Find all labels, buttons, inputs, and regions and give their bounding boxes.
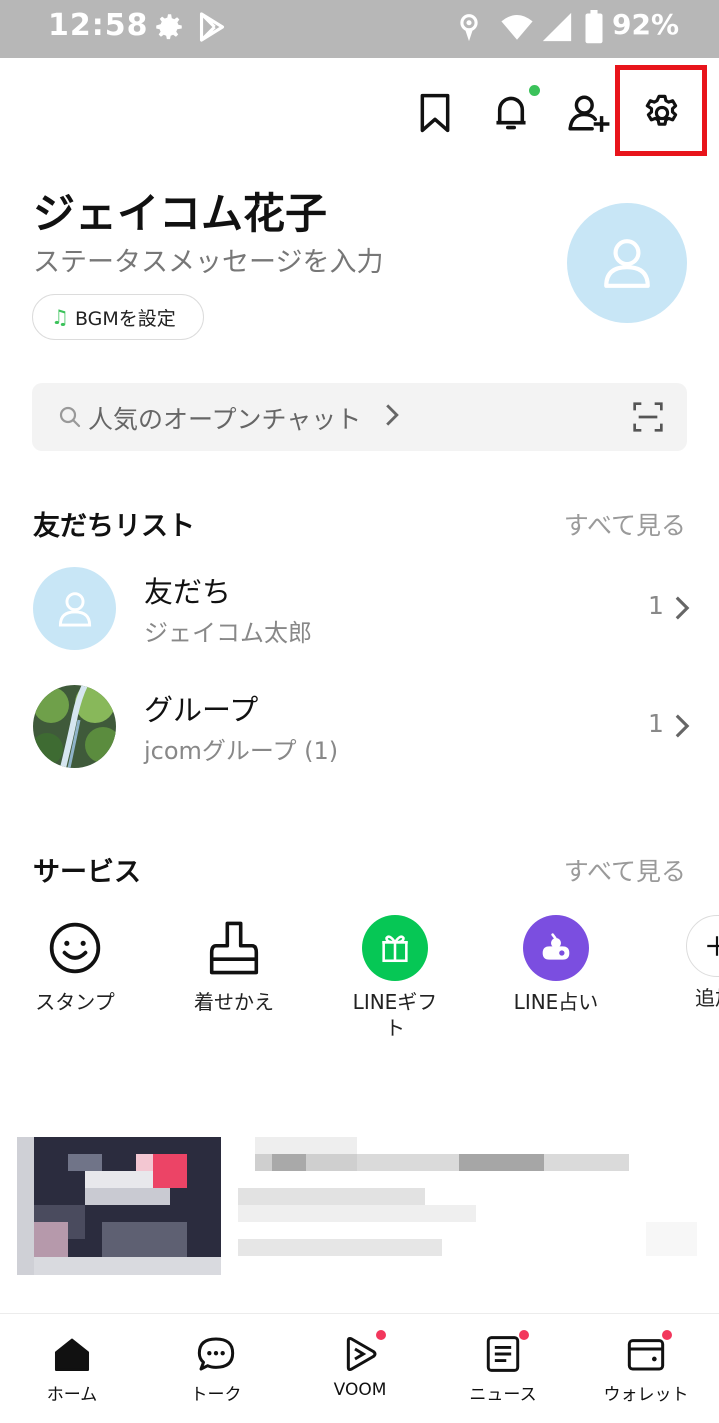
service-stamp[interactable]: スタンプ [0,905,150,1015]
nav-talk[interactable]: トーク [146,1332,286,1405]
battery-percent: 92% [612,8,680,41]
music-note-icon: ♫ [51,305,69,329]
profile-avatar[interactable] [567,203,687,323]
nav-wallet[interactable]: ウォレット [576,1330,716,1405]
open-chat-search-bar[interactable]: 人気のオープンチャット [32,383,687,451]
settings-status-icon [152,10,186,48]
wallet-icon [624,1330,672,1376]
nav-label: VOOM [333,1380,387,1400]
plus-icon [686,915,719,977]
chevron-right-icon [384,403,400,431]
hotspot-icon [452,10,486,48]
chevron-right-icon [674,595,690,625]
status-message-input[interactable]: ステータスメッセージを入力 [33,240,383,279]
row-subtitle: jcomグループ (1) [144,737,339,765]
news-icon [481,1330,529,1376]
badge-dot [519,1330,529,1340]
voom-icon [338,1330,386,1376]
battery-icon [584,10,604,48]
row-title: グループ [144,693,259,727]
service-label: LINE占い [513,990,599,1014]
bgm-button-label: BGMを設定 [74,307,176,330]
signal-icon [540,10,574,48]
home-icon [50,1332,94,1376]
row-title: 友だち [144,575,232,609]
service-label: LINEギフト [352,990,438,1040]
bgm-button[interactable]: ♫ BGMを設定 [32,294,204,340]
bookmark-icon[interactable] [410,88,460,138]
service-label: スタンプ [35,990,115,1014]
nav-label: ニュース [469,1385,537,1405]
wifi-icon [500,10,534,48]
badge-dot [376,1330,386,1340]
service-theme[interactable]: 着せかえ [159,905,309,1015]
gift-icon [362,915,428,981]
brush-icon [201,915,267,981]
group-avatar [33,685,116,768]
services-see-all-link[interactable]: すべて見る [564,852,686,888]
service-gift[interactable]: LINEギフト [320,905,470,1041]
list-item-friends[interactable]: 友だち ジェイコム太郎 1 [0,567,719,667]
list-item-groups[interactable]: グループ jcomグループ (1) 1 [0,685,719,785]
ad-banner[interactable] [17,1137,697,1277]
play-store-icon [196,10,228,48]
nav-news[interactable]: ニュース [433,1330,573,1405]
badge-dot [662,1330,672,1340]
service-label: 追加 [695,986,719,1010]
chat-icon [194,1332,238,1376]
services-carousel: スタンプ 着せかえ LINEギフト LINE占い 追加 [0,905,719,1055]
chevron-right-icon [674,713,690,743]
fortune-icon [523,915,589,981]
nav-label: ウォレット [603,1385,689,1405]
settings-highlight-box [615,65,707,156]
notification-dot [529,85,540,96]
friend-avatar [33,567,116,650]
bottom-navigation: ホーム トーク VOOM ニュース ウォレット [0,1313,719,1423]
nav-voom[interactable]: VOOM [290,1330,430,1400]
notification-bell-icon[interactable] [486,85,540,138]
add-friend-icon[interactable] [564,88,614,138]
service-fortune[interactable]: LINE占い [481,905,631,1015]
friends-section-title: 友だちリスト [33,511,195,542]
search-icon [58,405,82,433]
row-count: 1 [648,709,664,738]
status-time: 12:58 [48,8,149,43]
nav-label: ホーム [46,1385,98,1405]
smiley-icon [42,915,108,981]
nav-label: トーク [190,1385,242,1405]
services-section-title: サービス [33,857,141,888]
qr-scan-icon[interactable] [632,401,664,437]
nav-home[interactable]: ホーム [2,1332,142,1405]
service-label: 着せかえ [194,990,274,1014]
friends-see-all-link[interactable]: すべて見る [564,506,686,542]
row-count: 1 [648,591,664,620]
status-bar: 12:58 92% [0,0,719,58]
profile-name: ジェイコム花子 [33,189,328,238]
search-label: 人気のオープンチャット [88,405,362,434]
service-add[interactable]: 追加 [640,905,719,1011]
row-subtitle: ジェイコム太郎 [144,619,312,647]
